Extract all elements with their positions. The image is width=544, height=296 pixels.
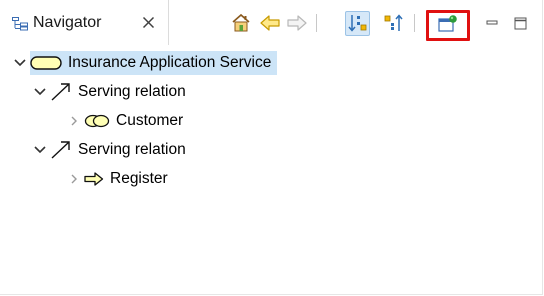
navigator-tab-icon	[12, 17, 28, 31]
navigator-tab[interactable]: Navigator	[0, 0, 169, 45]
chevron-right-icon[interactable]	[66, 113, 82, 129]
chevron-down-icon[interactable]	[32, 142, 48, 158]
tree-item-root[interactable]: Insurance Application Service	[12, 50, 278, 76]
tree-item-register[interactable]: Register	[66, 166, 174, 192]
tree-item-serving-relation[interactable]: Serving relation	[32, 137, 192, 163]
back-icon[interactable]	[259, 13, 281, 33]
tree-item-serving-relation[interactable]: Serving relation	[32, 79, 192, 105]
maximize-icon[interactable]	[514, 17, 528, 35]
business-service-icon	[30, 56, 62, 70]
tree-item-label: Serving relation	[78, 83, 186, 100]
tree-item-label: Serving relation	[78, 141, 186, 158]
forward-icon[interactable]	[286, 13, 308, 33]
tab-title: Navigator	[33, 14, 102, 31]
incoming-relations-icon[interactable]	[347, 13, 369, 33]
outgoing-relations-icon[interactable]	[383, 13, 405, 33]
toolbar-separator	[414, 14, 415, 32]
minimize-icon[interactable]	[486, 17, 498, 34]
toolbar-separator	[316, 14, 317, 32]
tree-item-label: Register	[110, 170, 168, 187]
chevron-right-icon[interactable]	[66, 171, 82, 187]
tree-item-label: Insurance Application Service	[68, 54, 272, 71]
chevron-down-icon[interactable]	[12, 55, 28, 71]
business-process-icon	[84, 172, 104, 186]
business-interface-icon	[84, 114, 110, 128]
home-icon[interactable]	[230, 13, 252, 33]
tree-item-customer[interactable]: Customer	[66, 108, 189, 134]
highlight-box	[426, 10, 470, 41]
tree-item-label: Customer	[116, 112, 184, 129]
serving-relation-icon	[50, 141, 72, 159]
chevron-down-icon[interactable]	[32, 84, 48, 100]
close-icon[interactable]	[142, 16, 155, 29]
serving-relation-icon	[50, 83, 72, 101]
